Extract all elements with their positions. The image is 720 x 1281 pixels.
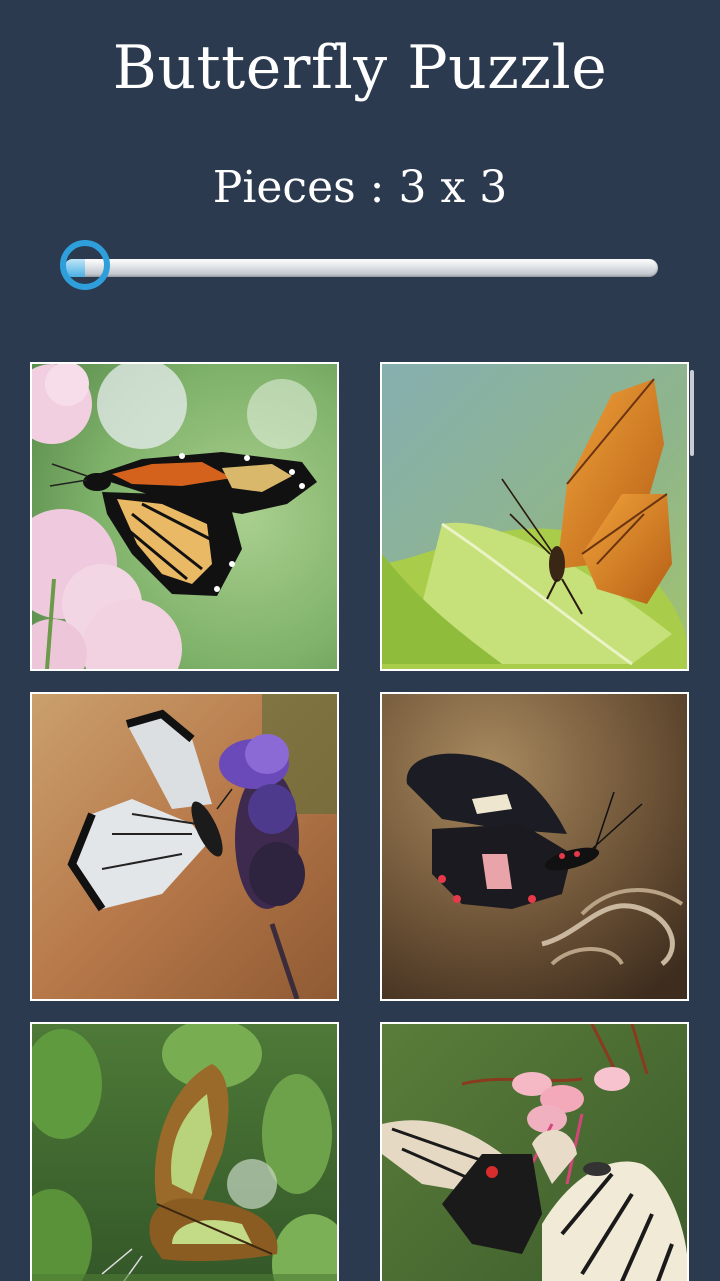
puzzle-image-swallowtail[interactable]: [380, 692, 689, 1001]
swallowtail-image: [382, 694, 687, 999]
julia-image: [382, 364, 687, 669]
puzzle-image-grid: [0, 362, 720, 1281]
page-title: Butterfly Puzzle: [112, 33, 608, 103]
puzzle-image-orange-butterfly[interactable]: [380, 362, 689, 671]
puzzle-image-pair[interactable]: [380, 1022, 689, 1281]
puzzle-image-malachite[interactable]: [30, 1022, 339, 1281]
lavender-image: [32, 694, 337, 999]
pair-image: [382, 1024, 687, 1281]
slider-thumb[interactable]: [60, 240, 110, 290]
slider-track[interactable]: [64, 259, 658, 277]
pieces-label: Pieces : 3 x 3: [212, 162, 508, 213]
gallery-scrollbar[interactable]: [690, 370, 694, 456]
pieces-slider[interactable]: [56, 240, 660, 296]
malachite-image: [32, 1024, 337, 1281]
monarch-image: [32, 364, 337, 669]
puzzle-image-lavender[interactable]: [30, 692, 339, 1001]
puzzle-image-monarch[interactable]: [30, 362, 339, 671]
